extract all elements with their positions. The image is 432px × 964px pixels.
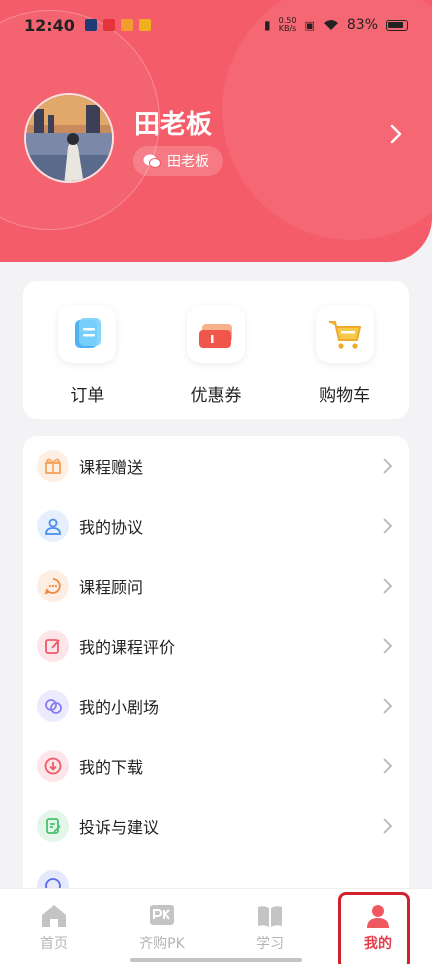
notification-icons (84, 19, 151, 31)
bottom-tab-bar: 首页 齐购PK 学习 我的 (0, 888, 432, 964)
gift-icon (37, 450, 69, 482)
menu-label: 投诉与建议 (79, 818, 160, 837)
feedback-icon (37, 810, 69, 842)
vibrate-icon: ▮ (264, 18, 271, 32)
speed-unit: KB/s (278, 24, 297, 33)
wechat-badge: 田老板 (133, 146, 223, 176)
battery-icon (386, 19, 408, 31)
network-speed: 0.50 KB/s (279, 17, 297, 33)
app-notification-icon (120, 19, 133, 31)
menu-label: 课程顾问 (79, 578, 144, 597)
avatar[interactable] (24, 93, 114, 183)
tab-pk[interactable]: 齐购PK (108, 889, 216, 964)
menu-list-card: 课程赠送 我的协议 课程顾问 我的课程评价 我的小剧场 我的下载 投诉与建议 (23, 436, 409, 956)
quick-coupon[interactable]: 优惠券 (171, 305, 261, 419)
menu-course-review[interactable]: 我的课程评价 (23, 616, 409, 676)
profile-icon (367, 905, 389, 928)
quick-order-label: 订单 (70, 386, 105, 406)
app-notification-icon (84, 19, 97, 31)
tab-study[interactable]: 学习 (216, 889, 324, 964)
battery-percent: 83% (346, 17, 378, 33)
quick-order[interactable]: 订单 (42, 305, 132, 419)
app-notification-icon (102, 19, 115, 31)
tab-label: 学习 (256, 936, 284, 952)
wechat-name: 田老板 (167, 154, 209, 170)
chevron-right-icon (383, 758, 393, 774)
home-icon (42, 905, 66, 927)
tab-mine[interactable]: 我的 (324, 889, 432, 964)
avatar-image (26, 95, 112, 181)
menu-label: 我的小剧场 (79, 698, 160, 717)
menu-label: 课程赠送 (79, 458, 144, 477)
download-icon (37, 750, 69, 782)
wechat-icon (143, 154, 161, 168)
advisor-icon (37, 570, 69, 602)
chevron-right-icon (383, 818, 393, 834)
quick-cart[interactable]: 购物车 (300, 305, 390, 419)
chevron-right-icon (383, 638, 393, 654)
menu-label: 我的协议 (79, 518, 144, 537)
menu-feedback[interactable]: 投诉与建议 (23, 796, 409, 856)
home-indicator[interactable] (130, 958, 302, 962)
order-icon (58, 305, 117, 363)
username: 田老板 (134, 110, 213, 140)
review-icon (37, 630, 69, 662)
quick-coupon-label: 优惠券 (190, 386, 242, 406)
chevron-right-icon (383, 518, 393, 534)
wifi-icon (323, 20, 338, 30)
status-bar: 12:40 ▮ 0.50 KB/s ▣ 83% (0, 0, 432, 50)
menu-course-gift[interactable]: 课程赠送 (23, 436, 409, 496)
cart-icon (315, 305, 374, 363)
menu-label: 我的课程评价 (79, 638, 176, 657)
tab-home[interactable]: 首页 (0, 889, 108, 964)
book-icon (258, 906, 282, 927)
theater-icon (37, 690, 69, 722)
chevron-right-icon (383, 578, 393, 594)
user-agreement-icon (37, 510, 69, 542)
chevron-right-icon (383, 458, 393, 474)
tab-label: 我的 (364, 936, 392, 952)
menu-my-downloads[interactable]: 我的下载 (23, 736, 409, 796)
app-notification-icon (138, 19, 151, 31)
status-time: 12:40 (24, 15, 75, 35)
quick-cart-label: 购物车 (319, 386, 371, 406)
pk-icon (150, 905, 174, 925)
tab-label: 齐购PK (139, 936, 185, 952)
chevron-right-icon[interactable] (386, 122, 406, 146)
menu-my-theater[interactable]: 我的小剧场 (23, 676, 409, 736)
coupon-icon (186, 305, 245, 363)
chevron-right-icon (383, 698, 393, 714)
quick-actions-card: 订单 优惠券 购物车 (23, 281, 409, 419)
menu-my-agreement[interactable]: 我的协议 (23, 496, 409, 556)
sim-icon: ▣ (304, 18, 315, 32)
menu-course-advisor[interactable]: 课程顾问 (23, 556, 409, 616)
menu-label: 我的下载 (79, 758, 144, 777)
tab-label: 首页 (40, 936, 68, 952)
